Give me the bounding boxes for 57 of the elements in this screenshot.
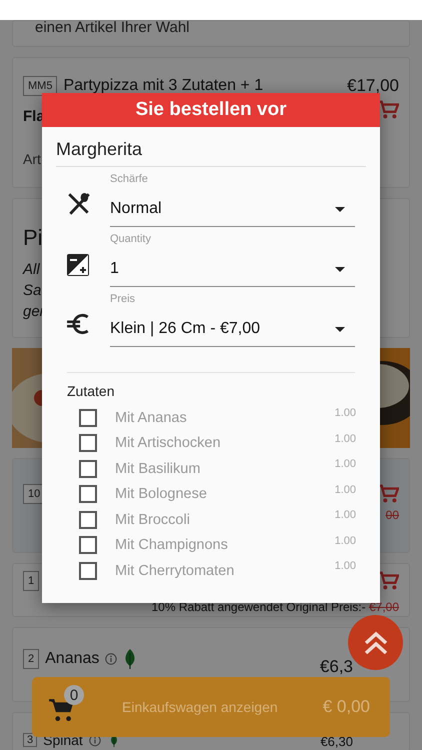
dropdown-caret-icon [335, 206, 345, 212]
category-description: All [23, 260, 40, 280]
exposure-icon [66, 253, 90, 277]
checkbox[interactable] [79, 536, 97, 554]
item-title: Partypizza mit 3 Zutaten + 1 [63, 77, 264, 95]
utensils-icon [66, 191, 92, 217]
topping-price: 1.00 [334, 458, 356, 470]
topping-name: Mit Artischocken [115, 435, 222, 452]
dropdown-field[interactable]: Quantity 1 [110, 233, 355, 287]
topping-name: Mit Cherrytomaten [115, 562, 236, 579]
original-price: €7,00 [368, 600, 399, 614]
discount-note: 10% Rabatt angewendet Original Preis:- [152, 600, 366, 614]
cart-total: € 0,00 [322, 697, 370, 717]
checkbox[interactable] [79, 408, 97, 427]
item-number: 3 [23, 733, 38, 747]
floating-cart-bar[interactable]: 0 Einkaufswagen anzeigen € 0,00 [32, 677, 390, 737]
info-icon[interactable] [105, 653, 118, 665]
checkbox[interactable] [79, 485, 97, 504]
topping-price: 1.00 [334, 484, 356, 496]
section-title: Zutaten [67, 383, 116, 399]
item-number: MM5 [23, 76, 58, 96]
item-price: €6,3 [320, 657, 353, 677]
dropdown-field[interactable]: Schärfe Normal [110, 173, 355, 227]
checkbox[interactable] [79, 434, 97, 452]
checkbox[interactable] [79, 562, 97, 580]
dropdown-field[interactable]: Preis Klein | 26 Cm - €7,00 [110, 293, 355, 347]
cart-icon[interactable] [377, 571, 399, 591]
topping-name: Mit Champignons [115, 537, 229, 554]
dropdown-caret-icon [335, 326, 345, 332]
category-description: Sa [23, 281, 42, 301]
topping-price: 1.00 [334, 509, 356, 521]
product-name: Margherita [56, 139, 366, 167]
category-title: Pi [23, 225, 43, 251]
topping-price: 1.00 [334, 534, 356, 546]
item-price: €6,30 [320, 735, 353, 748]
topping-price: 1.00 [334, 560, 356, 572]
topping-price: 1.00 [334, 432, 356, 444]
topping-name: Mit Broccoli [115, 512, 191, 528]
checkbox[interactable] [79, 510, 97, 529]
item-title: Ananas [45, 650, 100, 668]
original-price: 00 [386, 508, 399, 522]
item-description: Art [23, 151, 41, 167]
dialog-title: Sie bestellen vor [42, 93, 380, 127]
item-price: €17,00 [347, 76, 399, 96]
topping-name: Mit Ananas [115, 410, 188, 426]
cart-icon[interactable] [377, 484, 399, 504]
cart-count-badge: 0 [64, 685, 84, 705]
item-number: 2 [23, 649, 40, 669]
dropdown-caret-icon [335, 266, 345, 272]
double-chevron-up-icon [362, 630, 388, 656]
view-cart-label: Einkaufswagen anzeigen [122, 699, 279, 715]
topping-name: Mit Basilikum [115, 460, 202, 477]
item-description: einen Artikel Ihrer Wahl [35, 21, 190, 35]
topping-price: 1.00 [334, 407, 356, 419]
checkbox[interactable] [79, 460, 97, 478]
item-number: 1 [23, 571, 40, 591]
topping-name: Mit Bolognese [115, 486, 208, 502]
